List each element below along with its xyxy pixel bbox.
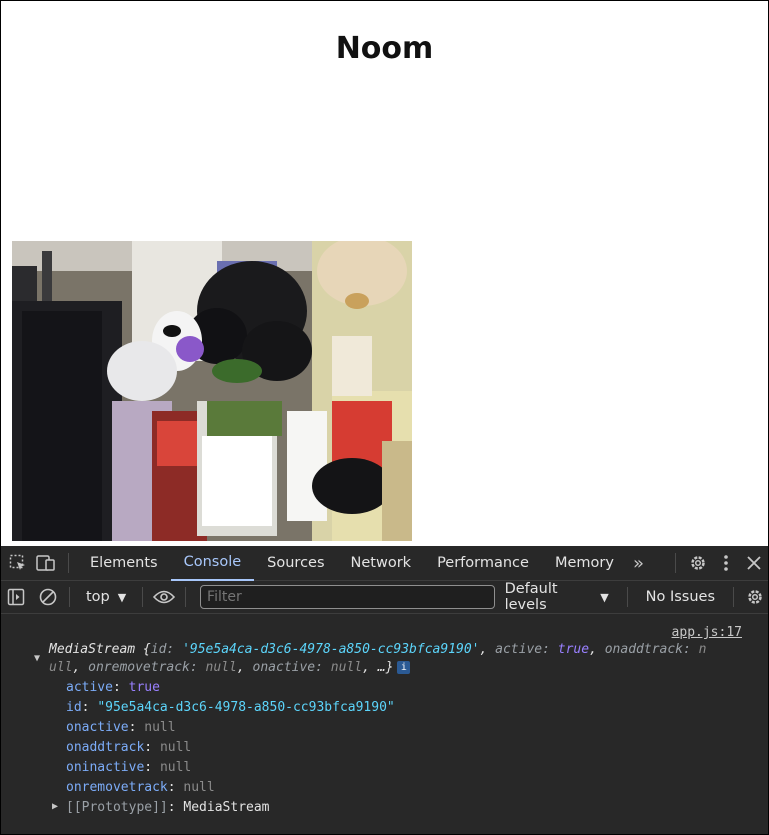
- tab-elements[interactable]: Elements: [77, 546, 171, 581]
- close-devtools-icon[interactable]: [740, 546, 768, 581]
- summary-sep: :: [166, 642, 183, 657]
- more-options-kebab-icon[interactable]: [712, 546, 740, 581]
- toolbar-divider: [69, 587, 70, 607]
- caret-down-icon: ▼: [600, 590, 609, 604]
- caret-down-icon: ▼: [117, 590, 127, 604]
- tab-network[interactable]: Network: [338, 546, 425, 581]
- clear-console-icon[interactable]: [35, 580, 61, 615]
- prototype-key: [[Prototype]]: [66, 800, 168, 815]
- prop-sep: :: [167, 780, 184, 795]
- show-sidebar-icon[interactable]: [3, 580, 29, 615]
- prop-row-onactive: onactive: null: [66, 720, 176, 735]
- prop-sep: :: [144, 740, 160, 755]
- summary-onactive-key: onactive: [252, 660, 316, 675]
- summary-onaddtrack-value-rest: ull: [49, 660, 73, 675]
- prop-key: id: [66, 700, 82, 715]
- prop-key: active: [66, 680, 113, 695]
- prop-row-active: active: true: [66, 680, 160, 695]
- prop-sep: :: [167, 800, 184, 815]
- issues-counter[interactable]: No Issues: [636, 589, 725, 605]
- tabbar-divider: [675, 553, 676, 573]
- live-expression-eye-icon[interactable]: [151, 580, 177, 615]
- tabbar-divider: [68, 553, 69, 573]
- toolbar-divider: [142, 587, 144, 607]
- prop-value: true: [128, 680, 160, 695]
- info-badge-icon[interactable]: i: [397, 661, 411, 674]
- prop-sep: :: [112, 680, 129, 695]
- prop-value: null: [159, 760, 192, 775]
- prototype-value: MediaStream: [183, 800, 270, 815]
- more-tabs-chevron-icon[interactable]: »: [627, 553, 650, 574]
- tab-performance[interactable]: Performance: [424, 546, 542, 581]
- summary-onactive-value: null: [330, 660, 363, 675]
- summary-comma: ,: [479, 642, 496, 657]
- prop-key: onaddtrack: [66, 740, 145, 755]
- summary-id-value: '95e5a4ca-d3c6-4978-a850-cc93bfca9190': [182, 642, 480, 657]
- prop-sep: :: [128, 720, 145, 735]
- prop-value: null: [183, 780, 215, 795]
- devtools-tabbar: Elements Console Sources Network Perform…: [1, 546, 768, 581]
- camera-video: [12, 241, 412, 541]
- camera-frame-image: [12, 241, 412, 541]
- prop-value: null: [159, 740, 192, 755]
- prop-value: null: [144, 720, 176, 735]
- device-toolbar-icon[interactable]: [32, 546, 60, 581]
- summary-ellipsis: …}: [377, 660, 394, 675]
- page-title: Noom: [335, 31, 434, 66]
- console-output: app.js:17 ▼ MediaStream {id: '95e5a4ca-d…: [1, 615, 768, 835]
- brace-open: {: [135, 642, 151, 657]
- summary-active-key: active: [495, 642, 543, 657]
- prop-row-onaddtrack: onaddtrack: null: [66, 740, 191, 755]
- toolbar-divider: [185, 587, 187, 607]
- log-summary-line-1[interactable]: MediaStream {id: '95e5a4ca-d3c6-4978-a85…: [49, 642, 707, 657]
- expand-triangle-down-icon[interactable]: ▼: [34, 653, 40, 664]
- summary-sep: :: [542, 642, 558, 657]
- toolbar-divider: [626, 587, 628, 607]
- tab-memory[interactable]: Memory: [542, 546, 627, 581]
- expand-triangle-right-icon[interactable]: ▶: [52, 801, 58, 812]
- log-summary-line-2[interactable]: ull, onremovetrack: null, onactive: null…: [49, 660, 411, 675]
- tab-sources[interactable]: Sources: [254, 546, 337, 581]
- summary-onremovetrack-key: onremovetrack: [88, 660, 190, 675]
- prop-key: oninactive: [66, 760, 145, 775]
- context-selector[interactable]: top ▼: [78, 589, 134, 605]
- summary-onaddtrack-key: onaddtrack: [604, 642, 684, 657]
- inspect-element-icon[interactable]: [4, 546, 32, 581]
- settings-gear-icon[interactable]: [684, 546, 712, 581]
- context-selector-value: top: [85, 589, 110, 605]
- log-levels-dropdown[interactable]: Default levels ▼: [495, 581, 619, 613]
- summary-sep: :: [315, 660, 331, 675]
- prop-row-id: id: "95e5a4ca-d3c6-4978-a850-cc93bfca919…: [66, 700, 395, 715]
- summary-onremovetrack-value: null: [205, 660, 237, 675]
- log-levels-label: Default levels: [504, 581, 558, 613]
- prop-sep: :: [81, 700, 98, 715]
- web-page: Noom: [0, 0, 769, 546]
- console-settings-gear-icon[interactable]: [742, 580, 768, 615]
- summary-onaddtrack-value-part: n: [698, 642, 707, 657]
- prop-row-oninactive: oninactive: null: [66, 760, 191, 775]
- summary-sep: :: [189, 660, 206, 675]
- summary-comma: ,: [72, 660, 89, 675]
- source-link[interactable]: app.js:17: [672, 625, 742, 640]
- prop-row-onremovetrack: onremovetrack: null: [66, 780, 215, 795]
- prop-key: onactive: [66, 720, 129, 735]
- summary-comma: ,: [589, 642, 605, 657]
- summary-sep: :: [683, 642, 699, 657]
- devtools-panel: Elements Console Sources Network Perform…: [0, 546, 769, 835]
- tab-console[interactable]: Console: [170, 546, 255, 581]
- tabbar-right-actions: [667, 546, 768, 581]
- prop-row-prototype[interactable]: [[Prototype]]: MediaStream: [66, 800, 270, 815]
- console-toolbar: top ▼ Default levels ▼ No Issues: [1, 581, 768, 614]
- object-type: MediaStream: [49, 642, 136, 657]
- prop-sep: :: [144, 760, 160, 775]
- summary-comma: ,: [236, 660, 253, 675]
- prop-key: onremovetrack: [66, 780, 168, 795]
- toolbar-divider: [733, 587, 734, 607]
- summary-active-value: true: [557, 642, 590, 657]
- summary-id-key: id: [150, 642, 167, 657]
- console-filter-input[interactable]: [200, 585, 495, 609]
- summary-comma: ,: [362, 660, 378, 675]
- prop-value: "95e5a4ca-d3c6-4978-a850-cc93bfca9190": [97, 700, 395, 715]
